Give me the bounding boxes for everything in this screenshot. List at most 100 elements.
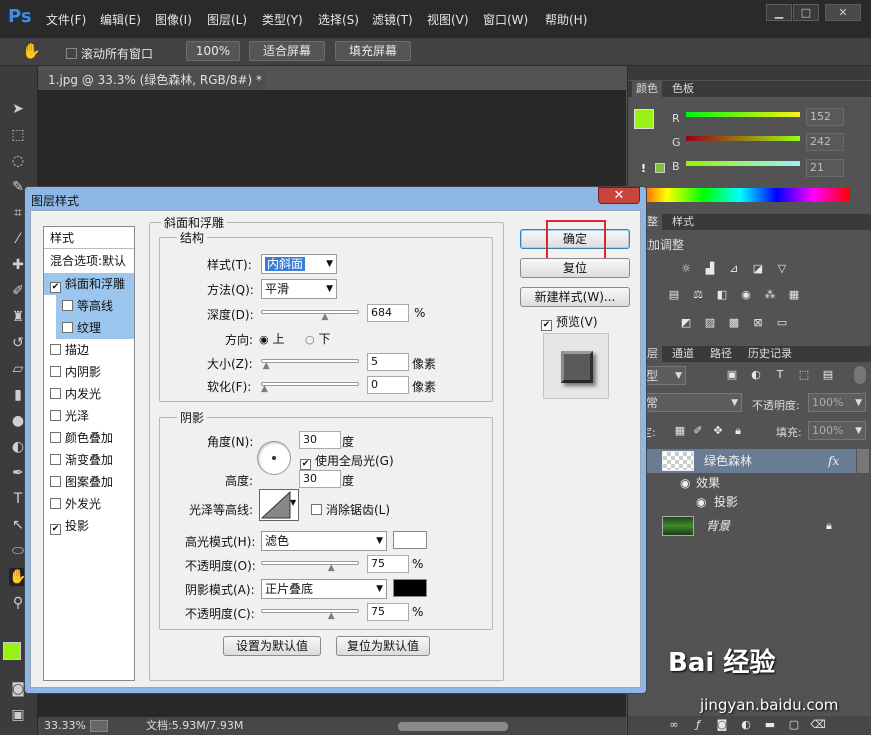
levels-icon[interactable]: ▟ [702,262,718,276]
menu-file[interactable]: 文件(F) [46,11,86,28]
filter-smart-icon[interactable]: ▤ [820,368,836,382]
menu-edit[interactable]: 编辑(E) [100,11,141,28]
reset-button[interactable]: 复位 [520,258,630,278]
soften-slider[interactable] [261,382,359,386]
b-slider[interactable] [686,161,800,166]
shadow-opacity-thumb[interactable]: ▲ [328,612,337,621]
checkbox-icon[interactable] [50,410,61,421]
checkbox-icon[interactable] [311,504,322,515]
lasso-tool-icon[interactable]: ◌ [9,152,27,170]
layer-row-forest[interactable]: 绿色森林 fx [628,449,856,473]
close-button[interactable]: ✕ [825,4,861,21]
color-lookup-icon[interactable]: ▦ [786,288,802,302]
curves-icon[interactable]: ⊿ [726,262,742,276]
fill-input[interactable]: 100% ▼ [808,421,866,440]
filter-pixel-icon[interactable]: ▣ [724,368,740,382]
new-style-button[interactable]: 新建样式(W)... [520,287,630,307]
depth-slider[interactable] [261,310,359,314]
layer-name[interactable]: 绿色森林 [704,449,752,473]
soften-input[interactable]: 0 [367,376,409,394]
opacity-input[interactable]: 100% ▼ [808,393,866,412]
channel-mixer-icon[interactable]: ⁂ [762,288,778,302]
fit-screen-button[interactable]: 适合屏幕 [249,41,325,61]
direction-down-radio[interactable]: ○ 下 [305,330,330,347]
lock-all-icon[interactable]: 🔒︎ [730,424,746,438]
threshold-icon[interactable]: ▩ [726,316,742,330]
group-icon[interactable]: ▬ [762,718,778,732]
shadow-opacity-slider[interactable] [261,609,359,613]
checkbox-icon[interactable]: ✔ [50,524,61,535]
altitude-input[interactable]: 30 [299,470,341,488]
highlight-opacity-slider[interactable] [261,561,359,565]
minimize-button[interactable]: ▁ [766,4,792,21]
style-gradient-overlay[interactable]: 渐变叠加 [44,449,134,471]
radio-icon[interactable]: ○ [305,333,315,346]
checkbox-icon[interactable] [50,454,61,465]
exposure-icon[interactable]: ◪ [750,262,766,276]
move-tool-icon[interactable]: ➤ [9,100,27,118]
menu-help[interactable]: 帮助(H) [545,11,587,28]
color-balance-icon[interactable]: ⚖ [690,288,706,302]
filter-type-icon[interactable]: T [772,368,788,382]
style-blending-options[interactable]: 混合选项:默认 [44,250,134,272]
checkbox-icon[interactable] [50,432,61,443]
color-fg-swatch[interactable] [634,109,654,129]
dialog-close-button[interactable]: ✕ [598,187,640,204]
gloss-contour-picker[interactable]: ▼ [259,489,299,521]
shadow-opacity-input[interactable]: 75 [367,603,409,621]
tab-color[interactable]: 颜色 [632,81,662,97]
horizontal-scrollbar[interactable] [398,722,508,731]
menu-window[interactable]: 窗口(W) [483,11,528,28]
layer-row-background[interactable]: 背景 🔒︎ [628,514,856,538]
highlight-color-swatch[interactable] [393,531,427,549]
fill-screen-button[interactable]: 填充屏幕 [335,41,411,61]
add-style-icon[interactable]: ƒ [690,718,706,732]
photo-filter-icon[interactable]: ◉ [738,288,754,302]
preview-checkbox[interactable]: ✔ 预览(V) [541,313,598,331]
r-value[interactable]: 152 [806,108,844,126]
size-input[interactable]: 5 [367,353,409,371]
tab-channels[interactable]: 通道 [672,346,694,362]
tab-styles[interactable]: 样式 [672,214,694,230]
marquee-tool-icon[interactable]: ⬚ [9,126,27,144]
style-color-overlay[interactable]: 颜色叠加 [44,427,134,449]
mask-icon[interactable]: ◙ [714,718,730,732]
anti-alias-checkbox[interactable]: 消除锯齿(L) [311,501,390,518]
gradient-map-icon[interactable]: ▭ [774,316,790,330]
make-default-button[interactable]: 设置为默认值 [223,636,321,656]
checkbox-icon[interactable] [50,388,61,399]
eye-icon[interactable]: ◉ [696,492,706,512]
filter-shape-icon[interactable]: ⬚ [796,368,812,382]
menu-layer[interactable]: 图层(L) [207,11,247,28]
eye-icon[interactable]: ◉ [680,473,690,493]
checkbox-icon[interactable] [62,322,73,333]
highlight-opacity-thumb[interactable]: ▲ [328,564,337,573]
checkbox-icon[interactable] [62,300,73,311]
style-inner-glow[interactable]: 内发光 [44,383,134,405]
style-outer-glow[interactable]: 外发光 [44,493,134,515]
document-tab[interactable]: 1.jpg @ 33.3% (绿色森林, RGB/8#) * × [38,70,265,107]
layer-effect-drop-shadow[interactable]: ◉ 投影 [628,492,856,512]
lock-pixels-icon[interactable]: ✐ [690,424,706,438]
style-texture[interactable]: 纹理 [56,317,134,339]
soften-slider-thumb[interactable]: ▲ [261,385,270,394]
checkbox-icon[interactable] [50,476,61,487]
gamut-swatch[interactable] [655,163,665,173]
maximize-button[interactable]: □ [793,4,819,21]
style-drop-shadow[interactable]: ✔ 投影 [44,515,134,537]
trash-icon[interactable]: ⌫ [810,718,826,732]
size-slider[interactable] [261,359,359,363]
color-spectrum[interactable] [630,188,850,202]
screen-mode-icon[interactable]: ▣ [9,706,27,724]
brightness-icon[interactable]: ☼ [678,262,694,276]
style-pattern-overlay[interactable]: 图案叠加 [44,471,134,493]
layer-effects-row[interactable]: ◉ 效果 [628,473,856,493]
layer-name[interactable]: 背景 [706,514,730,538]
fx-icon[interactable]: fx [828,449,839,473]
menu-select[interactable]: 选择(S) [318,11,359,28]
hue-sat-icon[interactable]: ▤ [666,288,682,302]
g-value[interactable]: 242 [806,133,844,151]
depth-input[interactable]: 684 [367,304,409,322]
style-contour[interactable]: 等高线 [56,295,134,317]
g-slider[interactable] [686,136,800,141]
